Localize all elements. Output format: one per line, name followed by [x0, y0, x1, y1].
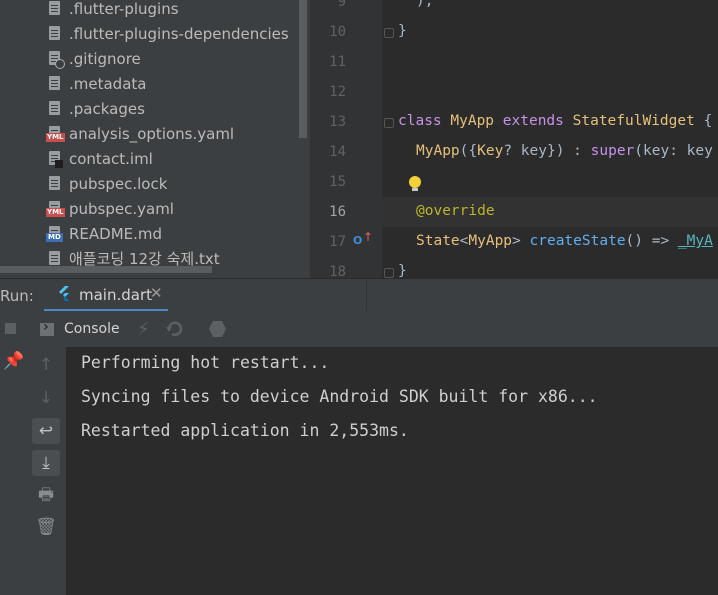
- file-icon: [46, 99, 64, 119]
- override-gutter-icon[interactable]: O: [353, 234, 362, 247]
- tree-item-label: .metadata: [69, 74, 147, 93]
- yaml-file-icon: YML: [46, 124, 65, 144]
- code-line-13: class MyApp extends StatefulWidget {: [398, 113, 713, 129]
- tree-item-flutter-plugins[interactable]: .flutter-plugins: [46, 0, 179, 21]
- console-tab-label: Console: [64, 321, 120, 337]
- code-editor[interactable]: 9 10 11 12 13 14 15 16 17 18 O ↑ ); } cl…: [310, 0, 718, 278]
- console-line: Performing hot restart...: [81, 353, 330, 372]
- flutter-icon: [59, 286, 69, 301]
- scroll-to-end-icon[interactable]: ⤓: [32, 450, 60, 476]
- tree-item-readme[interactable]: MD README.md: [46, 221, 162, 246]
- tree-item-packages[interactable]: .packages: [46, 96, 145, 121]
- code-line-18: }: [398, 263, 407, 278]
- up-arrow-icon[interactable]: ↑: [32, 352, 60, 378]
- line-number: 13: [329, 114, 346, 130]
- file-icon: [46, 0, 64, 19]
- console-side-toolbar: 📌 ↑ ↓ ↩ ⤓ 🖶 🗑: [0, 347, 66, 595]
- gitignore-file-icon: [46, 49, 65, 69]
- divider: [366, 279, 367, 312]
- file-icon: [46, 74, 64, 94]
- line-number: 12: [329, 84, 346, 100]
- code-line-16: @override: [416, 203, 495, 219]
- code-line-17: State<MyApp> createState() => _MyA: [416, 233, 713, 249]
- line-number: 11: [329, 54, 346, 70]
- run-tab-main-dart[interactable]: main.dart ✕: [44, 279, 168, 312]
- tree-vertical-scrollbar[interactable]: [299, 0, 307, 138]
- code-line-10: }: [398, 23, 407, 39]
- tree-item-label: README.md: [69, 224, 163, 243]
- line-number: 17: [329, 234, 346, 250]
- line-number: 9: [337, 0, 346, 10]
- tree-item-metadata[interactable]: .metadata: [46, 71, 146, 96]
- tree-item-label: pubspec.lock: [69, 174, 168, 193]
- fold-marker-icon[interactable]: [384, 268, 394, 278]
- yaml-file-icon: YML: [46, 199, 65, 219]
- fold-marker-icon[interactable]: [384, 28, 394, 38]
- hot-restart-icon[interactable]: [166, 320, 186, 338]
- file-icon: [46, 24, 64, 44]
- code-line-14: MyApp({Key? key}) : super(key: key: [416, 143, 713, 159]
- console-icon: [40, 319, 54, 336]
- tab-console[interactable]: Console: [40, 317, 120, 341]
- close-icon[interactable]: ✕: [150, 284, 163, 302]
- tree-item-contact-iml[interactable]: contact.iml: [46, 146, 153, 171]
- fold-marker-icon[interactable]: [384, 118, 394, 128]
- run-toolbar: Console ⚡: [0, 311, 718, 347]
- print-icon[interactable]: 🖶: [32, 482, 60, 508]
- tree-item-label: .flutter-plugins-dependencies: [69, 24, 289, 43]
- run-tab-label: main.dart: [79, 286, 153, 304]
- line-number: 16: [329, 204, 346, 220]
- tree-item-label: .flutter-plugins: [69, 0, 179, 18]
- iml-file-icon: [46, 149, 64, 169]
- markdown-file-icon: MD: [46, 224, 64, 244]
- trash-icon[interactable]: 🗑: [32, 514, 60, 540]
- line-number: 18: [329, 264, 346, 278]
- stop-icon[interactable]: [5, 323, 16, 334]
- line-number: 10: [329, 24, 346, 40]
- tree-item-label: analysis_options.yaml: [69, 124, 235, 143]
- tree-item-analysis-options[interactable]: YML analysis_options.yaml: [46, 121, 234, 146]
- console-line: Syncing files to device Android SDK buil…: [81, 387, 598, 406]
- file-icon: [46, 174, 64, 194]
- tree-item-label: .gitignore: [69, 49, 141, 68]
- console-line: Restarted application in 2,553ms.: [81, 421, 409, 440]
- lightbulb-icon[interactable]: [409, 176, 421, 191]
- tree-item-label: .packages: [69, 99, 145, 118]
- run-tool-window-header: Run: main.dart ✕: [0, 278, 718, 312]
- line-number: 15: [329, 174, 346, 190]
- tree-item-pubspec-yaml[interactable]: YML pubspec.yaml: [46, 196, 174, 221]
- tree-item-label: pubspec.yaml: [69, 199, 174, 218]
- run-label: Run:: [0, 287, 34, 305]
- code-line-9: );: [416, 0, 434, 9]
- project-tree-panel: .flutter-plugins .flutter-plugins-depend…: [0, 0, 310, 278]
- line-number: 14: [329, 144, 346, 160]
- tree-item-label: contact.iml: [69, 149, 153, 168]
- console-output[interactable]: Performing hot restart... Syncing files …: [66, 347, 718, 595]
- tree-item-pubspec-lock[interactable]: pubspec.lock: [46, 171, 167, 196]
- tree-item-gitignore[interactable]: .gitignore: [46, 46, 141, 71]
- flutter-inspector-icon[interactable]: [208, 320, 227, 338]
- tree-item-flutter-plugins-dependencies[interactable]: .flutter-plugins-dependencies: [46, 21, 289, 46]
- navigate-up-arrow-icon[interactable]: ↑: [363, 230, 373, 244]
- pin-icon[interactable]: 📌: [0, 348, 28, 374]
- down-arrow-icon[interactable]: ↓: [32, 385, 60, 411]
- soft-wrap-icon[interactable]: ↩: [32, 418, 60, 444]
- tree-horizontal-scrollbar[interactable]: [0, 266, 212, 273]
- hot-reload-icon[interactable]: ⚡: [137, 319, 150, 340]
